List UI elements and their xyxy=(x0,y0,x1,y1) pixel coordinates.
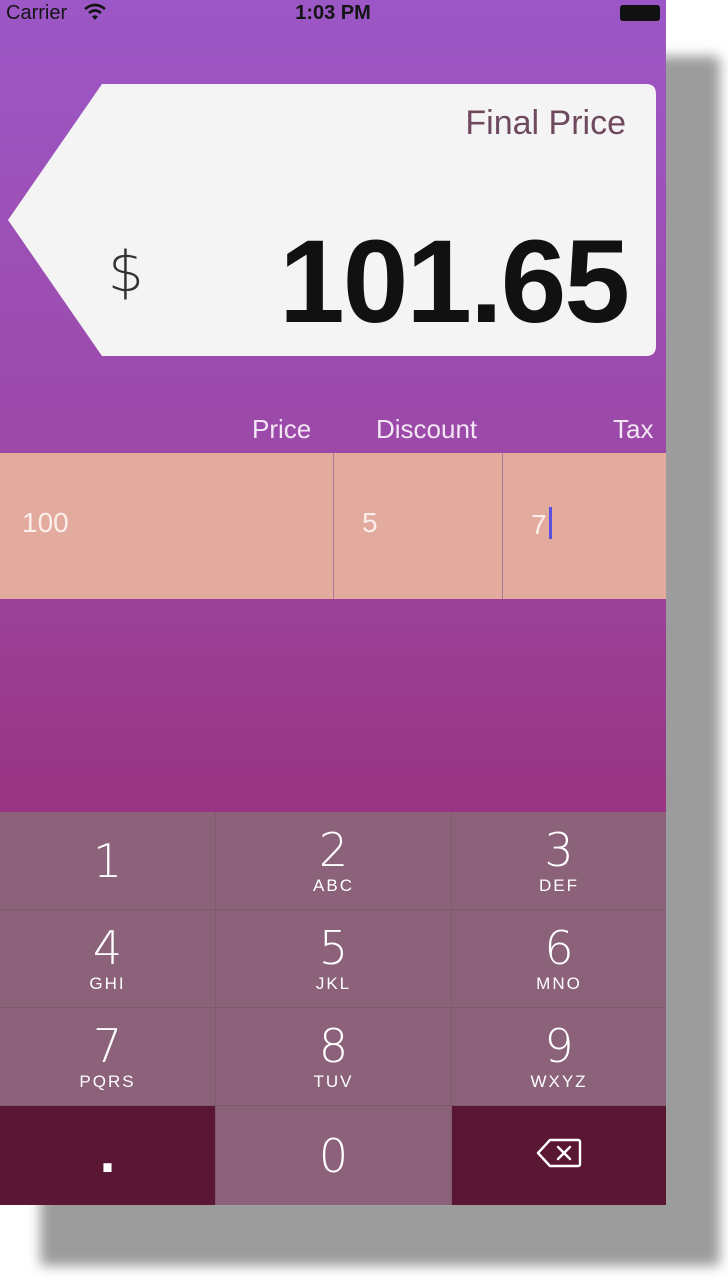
key-digit: 7 xyxy=(92,1018,123,1073)
key-7[interactable]: 7 PQRS xyxy=(0,1008,215,1105)
key-digit: 9 xyxy=(544,1018,574,1073)
discount-value: 5 xyxy=(362,507,378,538)
delete-key[interactable] xyxy=(452,1106,666,1205)
tax-label: Tax xyxy=(613,414,654,444)
backspace-icon xyxy=(536,1138,582,1173)
discount-input[interactable]: 5 xyxy=(334,453,503,599)
price-input[interactable]: 100 xyxy=(0,453,334,599)
key-digit: 1 xyxy=(92,833,123,888)
key-digit: 2 xyxy=(318,822,349,877)
input-row: 100 5 7 xyxy=(0,453,666,599)
currency-symbol: $ xyxy=(108,240,144,305)
numeric-keypad: 1 2 ABC 3 DEF 4 GHI 5 JKL 6 MNO 7 PQRS 8… xyxy=(0,812,666,1205)
key-4[interactable]: 4 GHI xyxy=(0,910,215,1007)
key-digit: 6 xyxy=(544,920,574,975)
key-letters: MNO xyxy=(536,973,582,993)
key-digit: 0 xyxy=(318,1128,349,1183)
key-letters: TUV xyxy=(313,1071,354,1091)
key-letters: GHI xyxy=(89,973,126,993)
key-5[interactable]: 5 JKL xyxy=(216,910,451,1007)
text-cursor xyxy=(548,507,552,539)
key-letters: DEF xyxy=(539,875,579,895)
key-1[interactable]: 1 xyxy=(0,812,215,909)
tax-value: 7 xyxy=(531,509,547,540)
key-letters: PQRS xyxy=(79,1071,136,1091)
field-labels: Price Discount Tax xyxy=(0,412,666,448)
key-digit: . xyxy=(98,1128,117,1183)
tax-input[interactable]: 7 xyxy=(503,453,666,599)
key-6[interactable]: 6 MNO xyxy=(452,910,666,1007)
discount-label: Discount xyxy=(376,414,478,444)
key-9[interactable]: 9 WXYZ xyxy=(452,1008,666,1105)
key-letters: WXYZ xyxy=(530,1071,588,1091)
key-8[interactable]: 8 TUV xyxy=(216,1008,451,1105)
key-3[interactable]: 3 DEF xyxy=(452,812,666,909)
status-time: 1:03 PM xyxy=(295,2,371,24)
key-digit: 5 xyxy=(318,920,349,975)
key-letters: ABC xyxy=(313,875,354,895)
final-price-amount: 101.65 xyxy=(279,216,630,348)
key-decimal[interactable]: . xyxy=(0,1106,215,1205)
key-2[interactable]: 2 ABC xyxy=(216,812,451,909)
final-price-tag: Final Price $ 101.65 xyxy=(8,84,656,358)
final-price-label: Final Price xyxy=(465,104,626,142)
status-bar: Carrier 1:03 PM xyxy=(0,0,666,28)
key-0[interactable]: 0 xyxy=(216,1106,451,1205)
price-value: 100 xyxy=(22,507,69,538)
key-digit: 3 xyxy=(544,822,574,877)
battery-icon xyxy=(620,5,660,21)
app-screen: Carrier 1:03 PM Final Price $ 101.65 Pri… xyxy=(0,0,666,1205)
price-label: Price xyxy=(252,414,312,444)
key-letters: JKL xyxy=(315,973,352,993)
key-digit: 4 xyxy=(92,920,123,975)
key-digit: 8 xyxy=(318,1018,349,1073)
